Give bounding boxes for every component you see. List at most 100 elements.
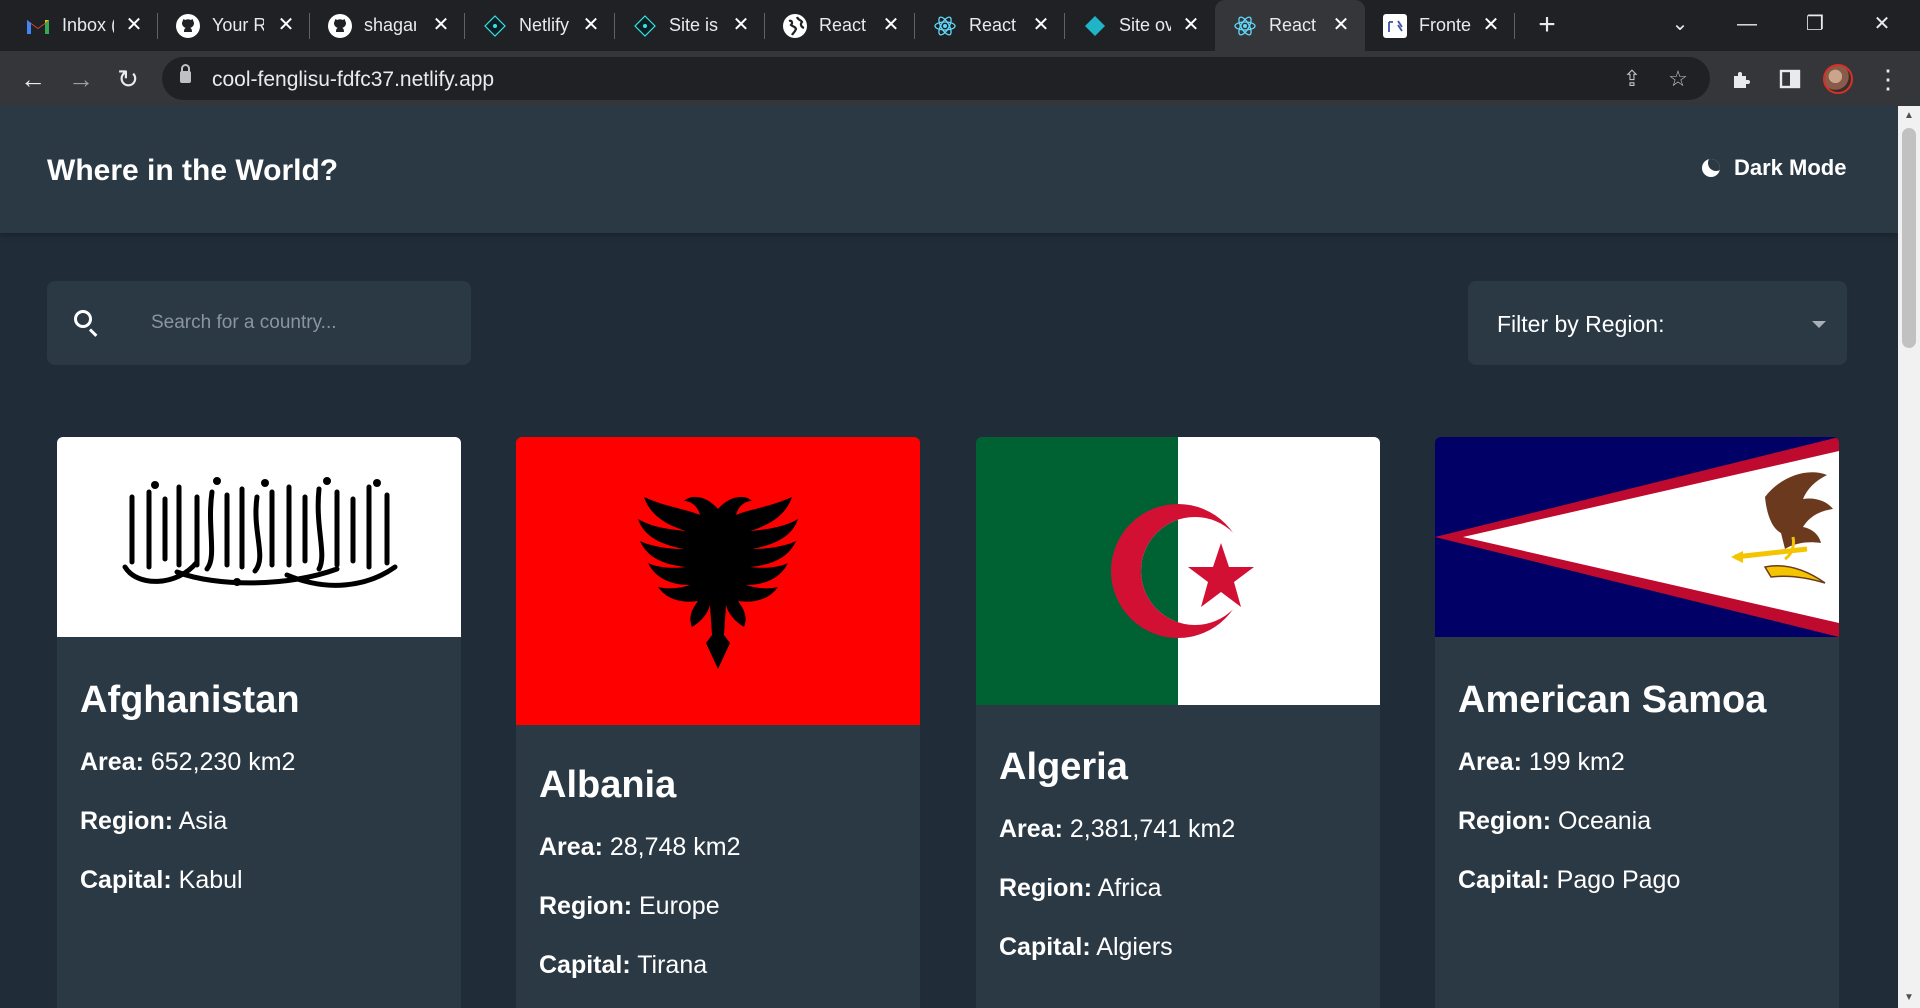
tab-shagar[interactable]: shagar ✕	[310, 0, 465, 51]
page-scrollbar[interactable]: ▲ ▼	[1898, 106, 1920, 1008]
site-header: Where in the World? Dark Mode	[0, 106, 1898, 233]
algeria-flag	[976, 437, 1380, 705]
capital-label: Capital:	[1458, 866, 1550, 894]
scroll-up-arrow-icon[interactable]: ▲	[1903, 110, 1915, 122]
search-icon	[74, 310, 92, 328]
close-icon[interactable]: ✕	[122, 13, 146, 37]
country-name: American Samoa	[1458, 679, 1767, 721]
area-label: Area:	[999, 815, 1063, 843]
region-label: Region:	[1458, 807, 1552, 835]
capital-value: Pago Pago	[1556, 866, 1681, 894]
minimize-button[interactable]: —	[1727, 6, 1767, 42]
react-icon	[933, 14, 957, 38]
close-icon[interactable]: ✕	[579, 13, 603, 37]
forward-button[interactable]: →	[63, 61, 99, 97]
area-row: Area: 28,748 km2	[539, 833, 909, 862]
netlify-diamond-icon	[1083, 14, 1107, 38]
close-icon[interactable]: ✕	[274, 13, 298, 37]
area-label: Area:	[539, 833, 603, 861]
tab-title: Inbox (	[62, 15, 114, 35]
side-panel-icon[interactable]	[1772, 61, 1808, 97]
region-row: Region: Africa	[999, 874, 1369, 903]
tab-title: React /	[969, 15, 1021, 35]
close-icon[interactable]: ✕	[429, 13, 453, 37]
close-icon[interactable]: ✕	[1479, 13, 1503, 37]
netlify-icon	[483, 14, 507, 38]
bookmark-star-icon[interactable]: ☆	[1662, 63, 1694, 95]
card-body: American Samoa Area: 199 km2 Region: Oce…	[1458, 679, 1828, 925]
site-title: Where in the World?	[47, 154, 339, 187]
tab-title: Netlify	[519, 15, 570, 35]
scrollbar-thumb[interactable]	[1902, 128, 1916, 348]
region-filter-dropdown[interactable]: Filter by Region:	[1468, 281, 1847, 365]
afghanistan-flag	[57, 437, 461, 637]
region-value: Europe	[639, 892, 720, 920]
reload-button[interactable]: ↻	[110, 61, 146, 97]
capital-row: Capital: Kabul	[80, 866, 450, 895]
tab-react-active[interactable]: React / ✕	[1215, 0, 1365, 51]
tab-strip: Inbox ( ✕ Your R ✕ shagar ✕ Netlify ✕ Si…	[0, 0, 1920, 51]
browser-menu-icon[interactable]: ⋮	[1870, 61, 1906, 97]
restore-button[interactable]: ❐	[1795, 6, 1835, 42]
extensions-icon[interactable]	[1724, 61, 1760, 97]
country-name: Algeria	[999, 746, 1128, 788]
tab-title: Site ov	[1119, 15, 1171, 35]
country-card-afghanistan[interactable]: Afghanistan Area: 652,230 km2 Region: As…	[57, 437, 461, 1008]
gmail-icon	[26, 14, 50, 38]
tab-inbox[interactable]: Inbox ( ✕	[8, 0, 158, 51]
region-row: Region: Asia	[80, 807, 450, 836]
region-value: Oceania	[1558, 807, 1652, 835]
github-icon	[328, 13, 352, 38]
close-icon[interactable]: ✕	[1029, 13, 1053, 37]
country-name: Albania	[539, 764, 677, 806]
dropdown-caret-icon	[1812, 321, 1826, 328]
tab-netlify[interactable]: Netlify ✕	[465, 0, 615, 51]
tab-title: Site is	[669, 15, 719, 35]
tab-frontend[interactable]: Fronte ✕	[1365, 0, 1515, 51]
tab-your-repos[interactable]: Your R ✕	[158, 0, 310, 51]
dark-mode-toggle[interactable]: Dark Mode	[1702, 155, 1846, 181]
card-body: Albania Area: 28,748 km2 Region: Europe …	[539, 764, 909, 1008]
tab-site-overview[interactable]: Site ov ✕	[1065, 0, 1215, 51]
close-icon[interactable]: ✕	[879, 13, 903, 37]
tab-search-button[interactable]: ⌄	[1660, 6, 1700, 42]
new-tab-button[interactable]: +	[1530, 9, 1564, 43]
back-button[interactable]: ←	[15, 61, 51, 97]
search-input[interactable]	[151, 309, 451, 337]
close-window-button[interactable]: ✕	[1862, 6, 1902, 42]
country-card-albania[interactable]: Albania Area: 28,748 km2 Region: Europe …	[516, 437, 920, 1008]
area-row: Area: 652,230 km2	[80, 748, 450, 777]
tab-react-2[interactable]: React / ✕	[915, 0, 1065, 51]
capital-row: Capital: Pago Pago	[1458, 866, 1828, 895]
close-icon[interactable]: ✕	[1179, 13, 1203, 37]
region-label: Region:	[539, 892, 633, 920]
search-box[interactable]	[47, 281, 471, 365]
albania-flag	[516, 437, 920, 725]
share-icon[interactable]: ⇪	[1616, 63, 1648, 95]
card-body: Algeria Area: 2,381,741 km2 Region: Afri…	[999, 746, 1369, 992]
american-samoa-flag	[1435, 437, 1839, 637]
country-card-american-samoa[interactable]: American Samoa Area: 199 km2 Region: Oce…	[1435, 437, 1839, 1008]
region-row: Region: Oceania	[1458, 807, 1828, 836]
close-icon[interactable]: ✕	[1329, 13, 1353, 37]
url-text: cool-fenglisu-fdfc37.netlify.app	[212, 68, 495, 91]
profile-avatar[interactable]	[1823, 64, 1853, 94]
tab-react-1[interactable]: React / ✕	[765, 0, 915, 51]
capital-value: Kabul	[178, 866, 243, 894]
scroll-down-arrow-icon[interactable]: ▼	[1903, 992, 1915, 1004]
browser-toolbar: ← → ↻ cool-fenglisu-fdfc37.netlify.app ⇪…	[0, 51, 1920, 106]
moon-icon	[1702, 159, 1720, 177]
tab-title: Fronte	[1419, 15, 1471, 35]
area-value: 199 km2	[1528, 748, 1625, 776]
lock-icon[interactable]	[180, 64, 191, 83]
address-bar[interactable]: cool-fenglisu-fdfc37.netlify.app ⇪ ☆	[162, 57, 1710, 100]
filter-label: Filter by Region:	[1497, 311, 1665, 337]
region-value: Africa	[1097, 874, 1162, 902]
capital-label: Capital:	[539, 951, 631, 979]
capital-value: Algiers	[1096, 933, 1173, 961]
country-card-algeria[interactable]: Algeria Area: 2,381,741 km2 Region: Afri…	[976, 437, 1380, 1008]
area-value: 28,748 km2	[609, 833, 741, 861]
tab-site-is[interactable]: Site is ✕	[615, 0, 765, 51]
close-icon[interactable]: ✕	[729, 13, 753, 37]
card-body: Afghanistan Area: 652,230 km2 Region: As…	[80, 679, 450, 925]
